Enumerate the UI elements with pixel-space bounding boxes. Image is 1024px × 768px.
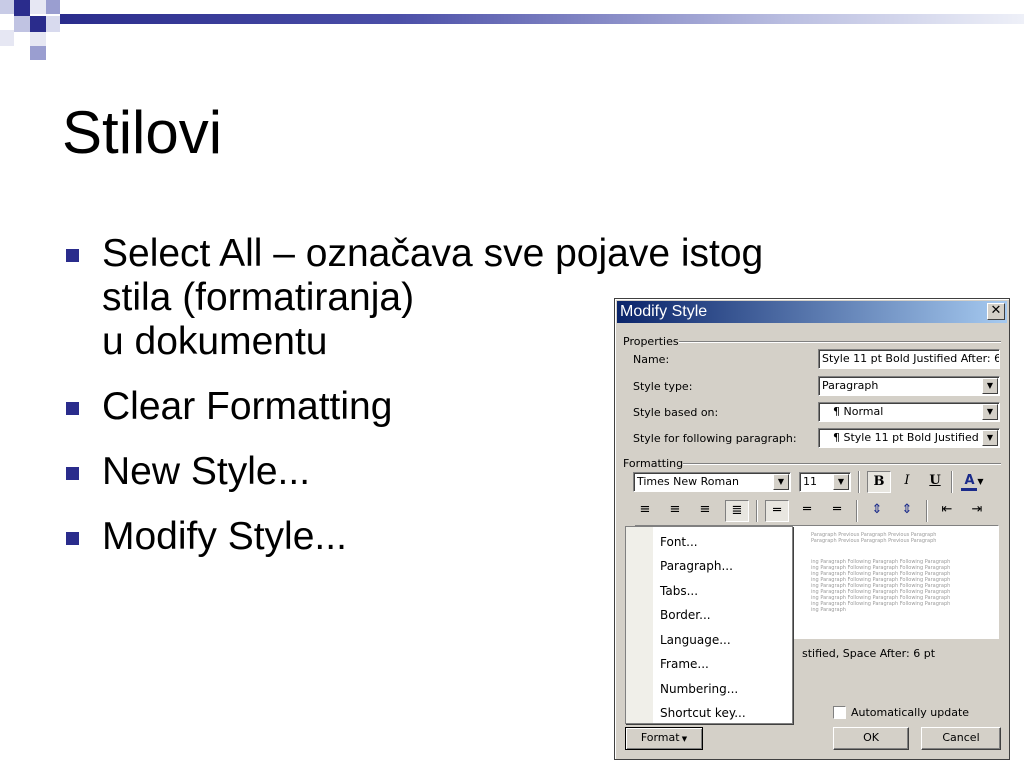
format-menu: Font... Paragraph... Tabs... Border... L…	[625, 526, 793, 724]
style-type-value: Paragraph	[822, 379, 879, 392]
font-color-button[interactable]: A ▼	[957, 471, 991, 493]
font-size-value: 11	[803, 475, 817, 488]
menu-item-frame[interactable]: Frame...	[660, 657, 709, 671]
menu-icon-strip	[626, 527, 653, 723]
bullet-item: New Style...	[62, 450, 622, 494]
based-on-value: ¶ Normal	[833, 405, 884, 418]
preview-line: ing Paragraph	[811, 607, 846, 613]
formatting-group-label: Formatting	[623, 457, 684, 470]
preview-line: Paragraph Previous Paragraph Previous Pa…	[811, 538, 937, 544]
bullet-marker	[66, 249, 79, 262]
menu-item-paragraph[interactable]: Paragraph...	[660, 559, 733, 573]
underline-button[interactable]: U	[923, 471, 947, 493]
close-button[interactable]: ✕	[987, 303, 1005, 320]
bullet-marker	[66, 532, 79, 545]
toolbar-separator	[858, 471, 860, 493]
chevron-down-icon[interactable]: ▼	[982, 378, 998, 394]
space-before-down-icon[interactable]: ⇕	[895, 500, 919, 522]
based-on-select[interactable]: ¶ Normal ▼	[818, 402, 1000, 422]
menu-item-numbering[interactable]: Numbering...	[660, 682, 738, 696]
following-label: Style for following paragraph:	[633, 432, 797, 445]
cancel-button[interactable]: Cancel	[921, 727, 1001, 750]
menu-item-border[interactable]: Border...	[660, 608, 711, 622]
group-divider	[683, 463, 1001, 465]
bullet-item: Clear Formatting	[62, 385, 622, 429]
color-swatch	[961, 488, 977, 491]
menu-item-shortcut-key[interactable]: Shortcut key...	[660, 706, 746, 720]
auto-update-label: Automatically update	[851, 706, 970, 719]
bullet-text: Clear Formatting	[102, 385, 393, 428]
chevron-down-icon: ▼	[679, 735, 688, 743]
format-button-label: Format	[640, 731, 680, 744]
increase-indent-icon[interactable]: ⇥	[965, 500, 989, 522]
bullet-item: Modify Style...	[62, 515, 622, 559]
decrease-indent-icon[interactable]: ⇤	[935, 500, 959, 522]
toolbar-separator	[756, 500, 758, 522]
chevron-down-icon: ▼	[974, 477, 984, 486]
font-color-letter: A	[964, 473, 975, 488]
chevron-down-icon[interactable]: ▼	[982, 404, 998, 420]
bullet-item: Select All – označava sve pojave istog s…	[62, 232, 764, 364]
style-type-select[interactable]: Paragraph ▼	[818, 376, 1000, 396]
bullet-text: Modify Style...	[102, 515, 347, 558]
double-spacing-icon[interactable]: ═	[825, 500, 849, 522]
align-right-icon[interactable]: ≡	[693, 500, 717, 522]
bold-button[interactable]: B	[867, 471, 891, 493]
chevron-down-icon[interactable]: ▼	[773, 474, 789, 490]
one-half-spacing-icon[interactable]: ═	[795, 500, 819, 522]
justify-icon[interactable]: ≣	[725, 500, 749, 522]
bullet-list: Select All – označava sve pojave istog s…	[62, 232, 764, 580]
bullet-text: New Style...	[102, 450, 311, 493]
italic-button[interactable]: I	[895, 471, 919, 493]
bullet-text: Select All – označava sve pojave istog	[102, 232, 764, 275]
style-type-label: Style type:	[633, 380, 693, 393]
align-center-icon[interactable]: ≡	[663, 500, 687, 522]
menu-item-font[interactable]: Font...	[660, 535, 698, 549]
toolbar-separator	[951, 471, 953, 493]
format-button[interactable]: Format ▼	[625, 727, 703, 750]
align-left-icon[interactable]: ≡	[633, 500, 657, 522]
auto-update-checkbox[interactable]	[833, 706, 846, 719]
name-label: Name:	[633, 353, 670, 366]
bullet-text: u dokumentu	[102, 320, 328, 363]
header-bar	[60, 14, 1024, 24]
bullet-text: stila (formatiranja)	[102, 276, 415, 319]
chevron-down-icon[interactable]: ▼	[833, 474, 849, 490]
single-spacing-icon[interactable]: ═	[765, 500, 789, 522]
menu-item-tabs[interactable]: Tabs...	[660, 584, 698, 598]
space-before-up-icon[interactable]: ⇕	[865, 500, 889, 522]
dialog-titlebar: Modify Style ✕	[617, 301, 1007, 323]
bullet-marker	[66, 467, 79, 480]
toolbar-separator	[856, 500, 858, 522]
chevron-down-icon[interactable]: ▼	[982, 430, 998, 446]
following-value: ¶ Style 11 pt Bold Justified A	[833, 431, 990, 444]
font-name-value: Times New Roman	[637, 475, 739, 488]
font-name-select[interactable]: Times New Roman ▼	[633, 472, 791, 492]
dialog-title: Modify Style	[620, 303, 708, 320]
style-description: stified, Space After: 6 pt	[802, 647, 936, 660]
bullet-marker	[66, 402, 79, 415]
name-input[interactable]: Style 11 pt Bold Justified After: 6	[818, 349, 1000, 369]
menu-item-language[interactable]: Language...	[660, 633, 731, 647]
following-select[interactable]: ¶ Style 11 pt Bold Justified A ▼	[818, 428, 1000, 448]
font-size-select[interactable]: 11 ▼	[799, 472, 851, 492]
properties-group-label: Properties	[623, 335, 679, 348]
modify-style-dialog: Modify Style ✕ Properties Name: Style 11…	[614, 298, 1010, 760]
ok-button[interactable]: OK	[833, 727, 909, 750]
group-divider	[679, 341, 1001, 343]
toolbar-separator	[926, 500, 928, 522]
based-on-label: Style based on:	[633, 406, 719, 419]
slide-title: Stilovi	[62, 99, 223, 166]
